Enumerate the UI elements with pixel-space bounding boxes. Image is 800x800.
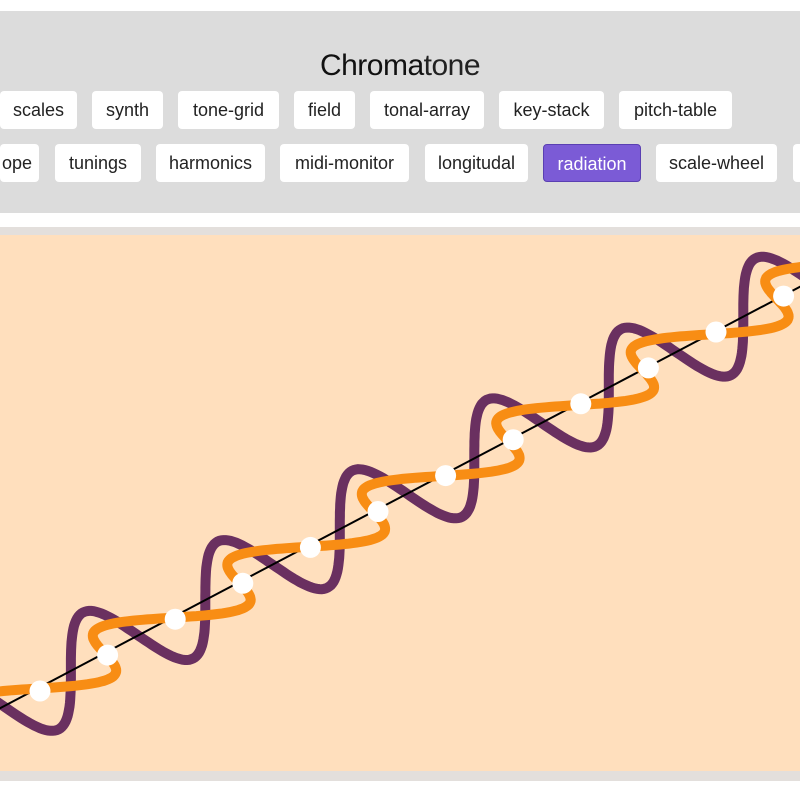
nav-tag-radiation[interactable]: radiation	[543, 144, 641, 182]
nav-tag-midi-monitor[interactable]: midi-monitor	[280, 144, 409, 182]
wave-node	[637, 357, 659, 379]
wave-node	[570, 393, 592, 415]
app-title: Chromatone	[0, 49, 800, 83]
radiation-svg	[0, 251, 800, 736]
wave-node	[164, 608, 186, 630]
app-title-light: tone	[423, 49, 481, 82]
wave-node	[232, 572, 254, 594]
nav-tag-harmonics[interactable]: harmonics	[156, 144, 265, 182]
nav-tag-scales[interactable]: scales	[0, 91, 77, 129]
wave-node	[773, 285, 795, 307]
nav-tag-ope[interactable]: ope	[0, 144, 39, 182]
strand-a	[0, 251, 800, 736]
nav-row-1: scales synth tone-grid field tonal-array…	[0, 91, 800, 129]
wave-node	[435, 465, 457, 487]
wave-node	[29, 680, 51, 702]
header-divider	[0, 213, 800, 227]
wave-node	[299, 536, 321, 558]
nav-row-2: ope tunings harmonics midi-monitor longi…	[0, 144, 800, 182]
wave-node	[502, 429, 524, 451]
nav-tag-longitudal[interactable]: longitudal	[425, 144, 528, 182]
wave-node	[97, 644, 119, 666]
radiation-visualization	[0, 235, 800, 771]
nav-tag-pitch-table[interactable]: pitch-table	[619, 91, 732, 129]
nav-tag-scale-wheel[interactable]: scale-wheel	[656, 144, 777, 182]
app-title-strong: Chroma	[319, 49, 424, 82]
canvas-bottom-border	[0, 771, 800, 781]
nav-tag-tunings[interactable]: tunings	[55, 144, 141, 182]
header: Chromatone scales synth tone-grid field …	[0, 11, 800, 213]
nav-tag-tone-grid[interactable]: tone-grid	[178, 91, 279, 129]
wave-node	[705, 321, 727, 343]
nav-tag-synth[interactable]: synth	[92, 91, 163, 129]
strand-b	[0, 262, 800, 697]
canvas-top-border	[0, 227, 800, 235]
nav-tag-key-stack[interactable]: key-stack	[499, 91, 604, 129]
nav-tag-overflow[interactable]	[793, 144, 800, 182]
nav-tag-tonal-array[interactable]: tonal-array	[370, 91, 484, 129]
nav-tag-field[interactable]: field	[294, 91, 355, 129]
wave-node	[367, 501, 389, 522]
